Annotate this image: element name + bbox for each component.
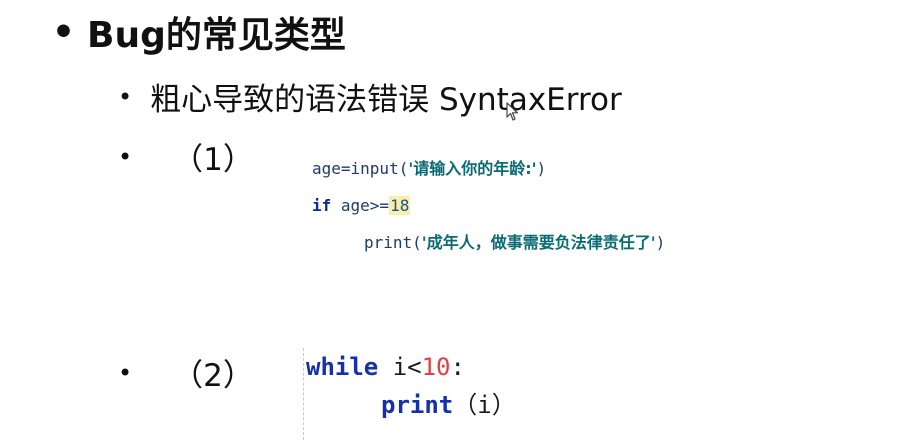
slide-title-row: • Bug的常见类型: [52, 6, 346, 58]
code-number: 10: [421, 353, 451, 381]
subtitle-text: 粗心导致的语法错误 SyntaxError: [150, 82, 622, 118]
example-2-row: • （2）: [118, 350, 254, 395]
code-line: age=input('请输入你的年龄:'): [312, 150, 665, 187]
example-1-label: （1）: [172, 142, 254, 178]
code-line: if age>=18: [312, 187, 665, 224]
code-snippet-2: while i<10: print（i）: [303, 348, 516, 440]
slide-title: Bug的常见类型: [87, 15, 346, 56]
example-2-label: （2）: [172, 358, 254, 394]
code-text: :: [450, 353, 465, 381]
code-number-highlighted: 18: [389, 196, 411, 215]
example-1-row: • （1）: [118, 134, 254, 179]
code-string: '请输入你的年龄:': [408, 159, 537, 178]
code-text: ): [655, 233, 666, 252]
code-text: age>=: [331, 196, 390, 215]
code-line: print（i）: [306, 386, 516, 424]
code-line: print('成年人，做事需要负法律责任了'): [312, 224, 665, 261]
code-string: '成年人，做事需要负法律责任了': [421, 233, 656, 252]
code-snippet-1: age=input('请输入你的年龄:') if age>=18 print('…: [312, 150, 665, 261]
subtitle-row: • 粗心导致的语法错误 SyntaxError: [118, 74, 622, 119]
presentation-slide: • Bug的常见类型 • 粗心导致的语法错误 SyntaxError • （1）…: [0, 0, 901, 440]
code-text: i<: [378, 353, 422, 381]
code-text: （i）: [453, 391, 516, 419]
code-text: age=input(: [312, 159, 409, 178]
code-keyword: if: [312, 196, 332, 215]
code-keyword: while: [306, 353, 379, 381]
code-text: print(: [364, 233, 422, 252]
subtitle-bullet: •: [118, 82, 133, 111]
title-bullet: •: [52, 11, 76, 53]
code-line: while i<10:: [306, 348, 516, 386]
code-keyword: print: [381, 391, 454, 419]
example-2-bullet: •: [118, 358, 133, 387]
code-text: ): [536, 159, 547, 178]
mouse-cursor-icon: [506, 102, 519, 121]
example-1-bullet: •: [118, 142, 133, 171]
